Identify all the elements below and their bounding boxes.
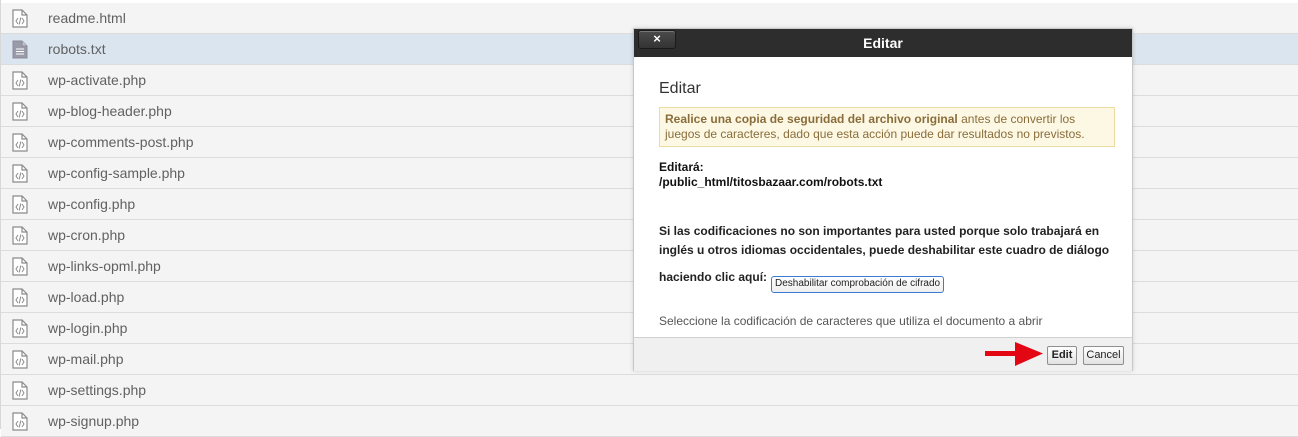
close-icon[interactable]: × xyxy=(638,30,676,49)
disable-encoding-check-button[interactable]: Deshabilitar comprobación de cifrado xyxy=(771,276,945,293)
code-file-icon xyxy=(12,71,28,90)
file-name: wp-comments-post.php xyxy=(48,134,194,150)
dialog-title: Editar xyxy=(863,35,903,51)
file-name: wp-config-sample.php xyxy=(48,165,185,181)
edit-button[interactable]: Edit xyxy=(1047,346,1077,365)
text-file-icon xyxy=(12,40,28,59)
code-file-icon xyxy=(12,257,28,276)
file-name: robots.txt xyxy=(48,41,106,57)
cancel-button[interactable]: Cancel xyxy=(1083,346,1124,365)
file-name: wp-blog-header.php xyxy=(48,103,172,119)
file-name: wp-login.php xyxy=(48,320,128,336)
file-name: wp-activate.php xyxy=(48,72,147,88)
code-file-icon xyxy=(12,226,28,245)
edit-dialog: Editar × Edit Cancel xyxy=(633,28,1133,371)
dialog-header: Editar × xyxy=(634,29,1132,57)
dialog-body xyxy=(634,57,1132,337)
code-file-icon xyxy=(12,133,28,152)
dialog-footer: Edit Cancel xyxy=(634,337,1132,371)
code-file-icon xyxy=(12,288,28,307)
file-name: wp-load.php xyxy=(48,289,125,305)
file-name: wp-signup.php xyxy=(48,413,140,429)
code-file-icon xyxy=(12,164,28,183)
file-name: wp-cron.php xyxy=(48,227,126,243)
code-file-icon xyxy=(12,102,28,121)
file-row[interactable]: wp-signup.php xyxy=(1,406,1298,437)
file-name: wp-settings.php xyxy=(48,382,147,398)
file-name: wp-links-opml.php xyxy=(48,258,161,274)
code-file-icon xyxy=(12,381,28,400)
code-file-icon xyxy=(12,319,28,338)
file-name: wp-mail.php xyxy=(48,351,124,367)
file-name: readme.html xyxy=(48,10,126,26)
red-arrow-annotation xyxy=(985,342,1043,366)
code-file-icon xyxy=(12,350,28,369)
code-file-icon xyxy=(12,195,28,214)
file-row[interactable]: wp-settings.php xyxy=(1,375,1298,406)
file-name: wp-config.php xyxy=(48,196,136,212)
code-file-icon xyxy=(12,412,28,431)
code-file-icon xyxy=(12,9,28,28)
